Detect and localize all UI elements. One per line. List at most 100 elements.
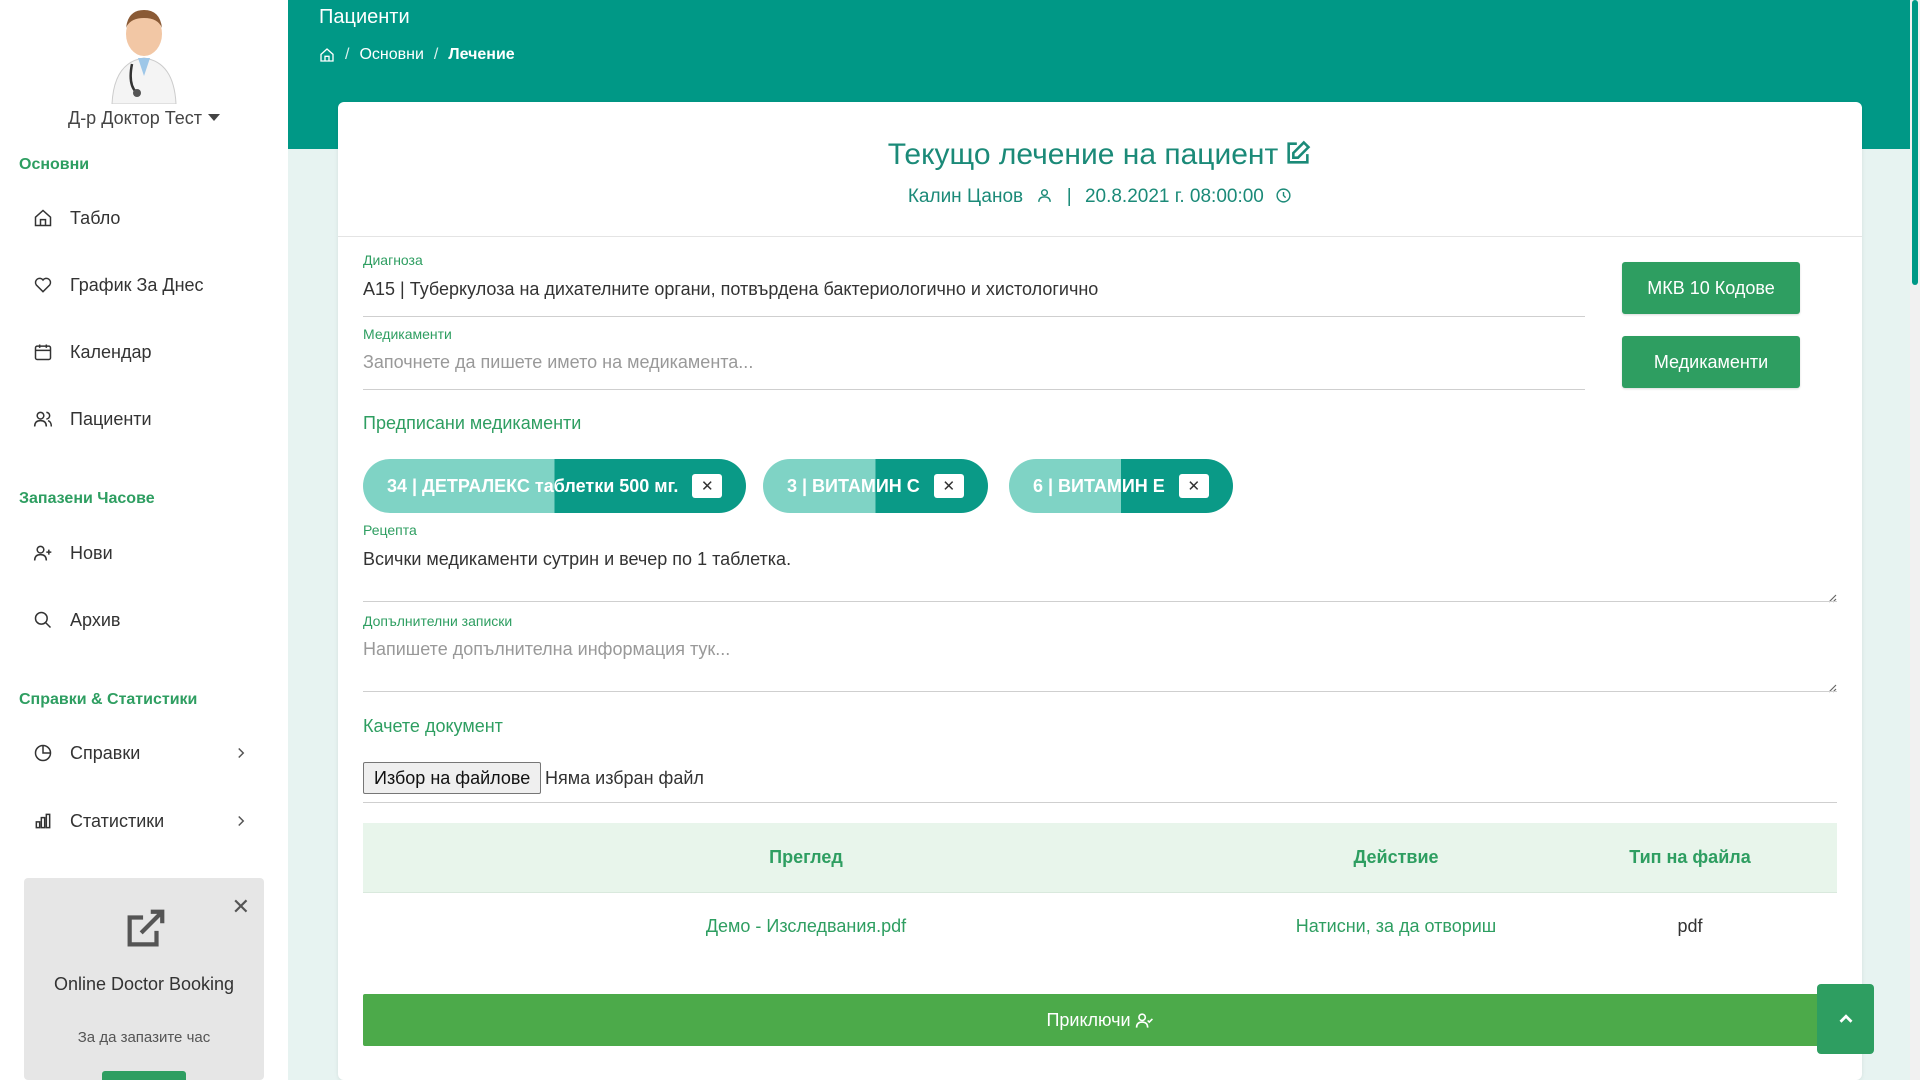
sidebar-item-today-schedule[interactable]: График За Днес xyxy=(32,265,262,305)
sidebar-item-label: Пациенти xyxy=(70,408,152,429)
page-title: Пациенти xyxy=(319,6,410,28)
medication-chip: 6 | ВИТАМИН Е ✕ xyxy=(1009,459,1233,513)
chip-label: 3 | ВИТАМИН С xyxy=(787,475,920,496)
sidebar-item-archive[interactable]: Архив xyxy=(32,600,262,640)
home-icon[interactable] xyxy=(319,47,335,63)
info-separator: | xyxy=(1066,186,1072,207)
diagnosis-label: Диагноза xyxy=(363,252,423,268)
divider xyxy=(338,236,1862,237)
card-title-text: Текущо лечение на пациент xyxy=(887,138,1279,171)
file-link[interactable]: Демо - Изследвания.pdf xyxy=(363,916,1249,937)
heart-icon xyxy=(32,274,54,296)
close-icon[interactable]: ✕ xyxy=(692,474,723,498)
sidebar-item-label: Архив xyxy=(70,609,121,630)
files-table-header: Преглед Действие Тип на файла xyxy=(363,823,1837,893)
chip-label: 6 | ВИТАМИН Е xyxy=(1033,475,1165,496)
file-type: pdf xyxy=(1677,916,1703,936)
external-link-icon[interactable] xyxy=(122,906,168,952)
close-icon[interactable]: ✕ xyxy=(933,474,964,498)
medications-search-input[interactable]: Започнете да пишете името на медикамента… xyxy=(363,352,753,373)
medications-underline xyxy=(363,389,1585,390)
sidebar-item-label: График За Днес xyxy=(70,274,204,295)
patient-info: Калин Цанов | 20.8.2021 г. 08:00:00 xyxy=(338,186,1862,208)
diagnosis-underline xyxy=(363,316,1585,317)
section-title-main: Основни xyxy=(19,156,90,173)
icd10-codes-button[interactable]: МКВ 10 Кодове xyxy=(1622,262,1800,314)
breadcrumb: / Основни / Лечение xyxy=(319,46,515,64)
resize-handle-icon[interactable] xyxy=(1827,680,1837,693)
user-plus-icon xyxy=(32,542,54,564)
breadcrumb-separator: / xyxy=(345,46,350,63)
user-menu[interactable]: Д-р Доктор Тест xyxy=(0,108,288,129)
column-header-view: Преглед xyxy=(769,847,843,867)
notes-label: Допълнителни записки xyxy=(363,613,513,629)
medication-chip: 34 | ДЕТРАЛЕКС таблетки 500 мг. ✕ xyxy=(363,459,747,513)
recipe-textarea[interactable]: Всички медикаменти сутрин и вечер по 1 т… xyxy=(363,549,791,570)
bar-chart-icon xyxy=(32,810,54,832)
treatment-card: Текущо лечение на пациент Калин Цанов | … xyxy=(338,102,1862,1080)
pie-chart-icon xyxy=(32,742,54,764)
chevron-up-icon xyxy=(1839,1014,1852,1023)
medications-button[interactable]: Медикаменти xyxy=(1622,336,1800,388)
user-check-icon xyxy=(1135,1012,1153,1028)
user-icon xyxy=(1038,189,1052,202)
recipe-label: Рецепта xyxy=(363,522,417,538)
home-icon xyxy=(32,207,54,229)
scroll-to-top-button[interactable] xyxy=(1817,984,1874,1054)
sidebar-item-calendar[interactable]: Календар xyxy=(32,332,262,372)
users-icon xyxy=(32,408,54,430)
sidebar-item-label: Статистики xyxy=(70,810,165,831)
section-title-reports: Справки & Статистики xyxy=(19,691,198,708)
sidebar-item-dashboard[interactable]: Табло xyxy=(32,198,262,238)
sidebar-item-label: Нови xyxy=(70,542,113,563)
chip-label: 34 | ДЕТРАЛЕКС таблетки 500 мг. xyxy=(387,475,679,496)
card-title: Текущо лечение на пациент xyxy=(338,138,1862,172)
choose-files-button[interactable]: Избор на файлове xyxy=(363,762,542,794)
upload-title: Качете документ xyxy=(363,716,503,736)
upload-underline xyxy=(363,802,1837,803)
resize-handle-icon[interactable] xyxy=(1827,590,1837,603)
sidebar-item-reports[interactable]: Справки xyxy=(32,733,262,773)
open-file-link[interactable]: Натисни, за да отвориш xyxy=(1249,916,1543,937)
close-icon[interactable]: ✕ xyxy=(1178,474,1209,498)
notes-textarea[interactable]: Напишете допълнителна информация тук... xyxy=(363,639,730,660)
breadcrumb-separator: / xyxy=(433,46,439,63)
chevron-right-icon xyxy=(232,812,250,830)
close-icon[interactable]: ✕ xyxy=(232,896,250,918)
edit-icon[interactable] xyxy=(1284,139,1312,167)
breadcrumb-link-main[interactable]: Основни xyxy=(359,46,423,64)
breadcrumb-current: Лечение xyxy=(448,46,515,63)
scrollbar-thumb[interactable] xyxy=(1912,0,1918,285)
sidebar: Д-р Доктор Тест Основни Табло График За … xyxy=(0,0,288,1080)
caret-down-icon xyxy=(207,114,220,121)
user-name: Д-р Доктор Тест xyxy=(68,108,202,128)
sidebar-item-patients[interactable]: Пациенти xyxy=(32,399,262,439)
treatment-datetime: 20.8.2021 г. 08:00:00 xyxy=(1084,186,1264,207)
patient-name: Калин Цанов xyxy=(907,186,1024,207)
finish-button[interactable]: Приключи xyxy=(363,994,1837,1046)
sidebar-item-statistics[interactable]: Статистики xyxy=(32,801,262,841)
sidebar-item-label: Календар xyxy=(70,341,152,362)
promo-title: Online Doctor Booking xyxy=(53,974,235,994)
column-header-type: Тип на файла xyxy=(1629,847,1751,867)
calendar-icon xyxy=(32,341,54,363)
finish-label: Приключи xyxy=(1046,1009,1131,1030)
section-title-appointments: Запазени Часове xyxy=(19,490,155,507)
doctor-avatar xyxy=(102,0,186,105)
no-file-status: Няма избран файл xyxy=(545,768,704,788)
sidebar-item-label: Табло xyxy=(70,207,121,228)
column-header-action: Действие xyxy=(1353,847,1439,867)
booking-promo: ✕ Online Doctor Booking За да запазите ч… xyxy=(24,878,264,1080)
search-icon xyxy=(32,609,54,631)
sidebar-item-label: Справки xyxy=(70,742,141,763)
medications-label: Медикаменти xyxy=(363,326,452,342)
prescribed-title: Предписани медикаменти xyxy=(363,413,582,433)
chevron-right-icon xyxy=(232,744,250,762)
promo-subtitle: За да запазите час xyxy=(77,1029,211,1046)
diagnosis-field[interactable]: A15 | Туберкулоза на дихателните органи,… xyxy=(363,279,1098,300)
page-scrollbar[interactable] xyxy=(1910,0,1920,1080)
recipe-underline xyxy=(363,601,1837,602)
sidebar-item-new[interactable]: Нови xyxy=(32,533,262,573)
clock-icon xyxy=(1276,188,1291,203)
promo-button[interactable] xyxy=(102,1071,186,1080)
